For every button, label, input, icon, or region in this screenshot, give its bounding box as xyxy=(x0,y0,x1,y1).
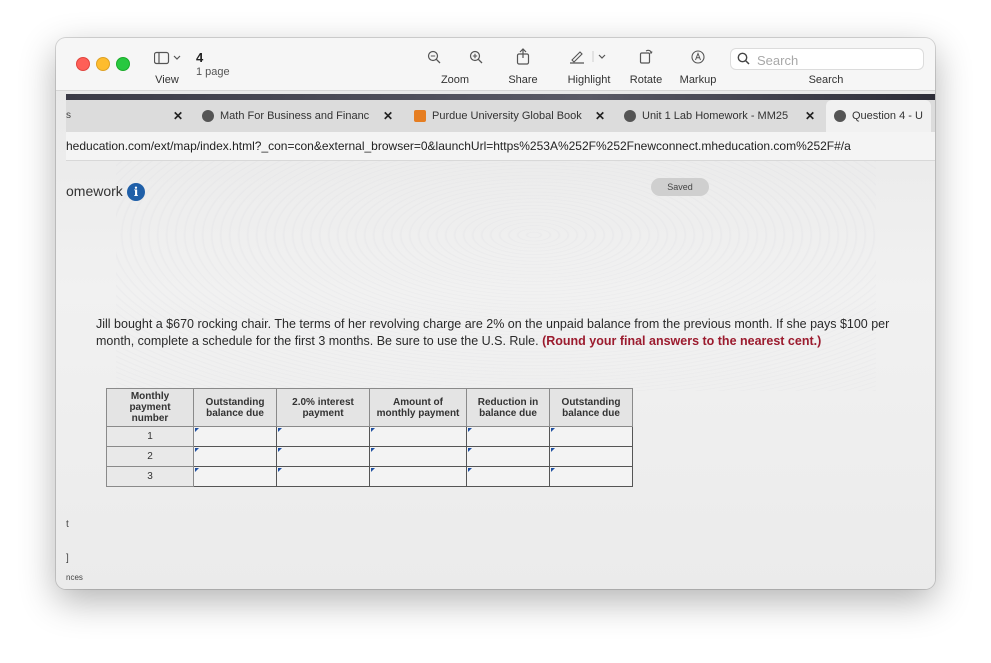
document-title: 4 xyxy=(196,50,204,65)
search-field[interactable] xyxy=(730,48,924,70)
column-header: Amount of monthly payment xyxy=(369,388,467,427)
edge-text-3: ] xyxy=(66,553,69,564)
globe-icon xyxy=(202,110,214,123)
share-label: Share xyxy=(508,74,538,86)
saved-badge: Saved xyxy=(651,178,709,196)
search-label: Search xyxy=(808,74,844,86)
share-icon[interactable] xyxy=(516,48,530,70)
answer-input-cell[interactable] xyxy=(369,426,467,447)
answer-input-cell[interactable] xyxy=(276,446,370,467)
answer-input-cell[interactable] xyxy=(193,426,277,447)
tab-title: Question 4 - U xyxy=(852,110,923,122)
answer-input-cell[interactable] xyxy=(276,426,370,447)
tab-close-icon[interactable]: ✕ xyxy=(805,109,815,123)
answer-input-cell[interactable] xyxy=(193,446,277,467)
answer-input-cell[interactable] xyxy=(549,426,633,447)
homework-page: omework i Saved Jill bought a $670 rocki… xyxy=(66,161,935,589)
answer-input-cell[interactable] xyxy=(369,446,467,467)
payment-number-cell: 3 xyxy=(106,466,194,487)
search-icon xyxy=(737,52,750,70)
url-text[interactable]: heducation.com/ext/map/index.html?_con=c… xyxy=(66,139,851,153)
table-row: 2 xyxy=(106,446,633,467)
zoom-in-icon[interactable] xyxy=(469,50,483,69)
tab-close-icon[interactable]: ✕ xyxy=(173,109,183,123)
payment-number-cell: 1 xyxy=(106,426,194,447)
minimize-window-button[interactable] xyxy=(96,57,110,71)
homework-heading: omework xyxy=(66,183,123,199)
edge-text-1: s xyxy=(66,110,71,121)
zoom-window-button[interactable] xyxy=(116,57,130,71)
search-input[interactable] xyxy=(755,51,919,69)
zoom-label: Zoom xyxy=(440,74,470,86)
info-icon[interactable]: i xyxy=(127,183,145,201)
document-photo: s ✕ Math For Business and Financ ✕ Purdu… xyxy=(56,91,935,589)
close-window-button[interactable] xyxy=(76,57,90,71)
tab-close-icon[interactable]: ✕ xyxy=(595,109,605,123)
zoom-out-icon[interactable] xyxy=(427,50,441,69)
edge-text-4: nces xyxy=(66,573,83,582)
sidebar-toggle-icon[interactable] xyxy=(153,51,184,70)
highlight-icon[interactable] xyxy=(569,49,609,69)
answer-input-cell[interactable] xyxy=(276,466,370,487)
answer-input-cell[interactable] xyxy=(466,426,550,447)
view-label: View xyxy=(155,74,179,86)
column-header: Monthly payment number xyxy=(106,388,194,427)
table-row: 3 xyxy=(106,466,633,487)
rounding-instruction: (Round your final answers to the nearest… xyxy=(542,334,822,348)
answer-input-cell[interactable] xyxy=(466,446,550,467)
highlight-label: Highlight xyxy=(567,74,611,86)
table-row: 1 xyxy=(106,426,633,447)
rotate-label: Rotate xyxy=(629,74,663,86)
tab-math-business[interactable]: Math For Business and Financ xyxy=(202,100,369,132)
rotate-icon[interactable] xyxy=(639,48,653,69)
answer-input-cell[interactable] xyxy=(193,466,277,487)
address-bar[interactable]: heducation.com/ext/map/index.html?_con=c… xyxy=(66,132,935,161)
tab-question-4[interactable]: Question 4 - U xyxy=(826,100,931,132)
answer-input-cell[interactable] xyxy=(549,466,633,487)
payment-schedule-table: Monthly payment number Outstanding balan… xyxy=(106,388,633,487)
column-header: Outstanding balance due xyxy=(549,388,633,427)
table-header-row: Monthly payment number Outstanding balan… xyxy=(106,388,633,427)
tab-title: Unit 1 Lab Homework - MM25 xyxy=(642,110,789,122)
answer-input-cell[interactable] xyxy=(549,446,633,467)
tab-title: Purdue University Global Book xyxy=(432,110,582,122)
answer-input-cell[interactable] xyxy=(466,466,550,487)
column-header: 2.0% interest payment xyxy=(276,388,370,427)
payment-number-cell: 2 xyxy=(106,446,194,467)
globe-icon xyxy=(834,110,846,123)
tab-close-icon[interactable]: ✕ xyxy=(383,109,393,123)
preview-toolbar: View 4 1 page Zoom Share Highlight Rotat… xyxy=(56,38,935,91)
edge-text-2: t xyxy=(66,519,69,530)
answer-input-cell[interactable] xyxy=(369,466,467,487)
tab-title: Math For Business and Financ xyxy=(220,110,370,122)
browser-tab-bar: s ✕ Math For Business and Financ ✕ Purdu… xyxy=(66,100,935,132)
problem-text: Jill bought a $670 rocking chair. The te… xyxy=(96,316,906,350)
column-header: Outstanding balance due xyxy=(193,388,277,427)
globe-icon xyxy=(624,110,636,123)
markup-icon[interactable] xyxy=(691,50,705,69)
bookmark-icon xyxy=(414,110,426,123)
tab-unit1-homework[interactable]: Unit 1 Lab Homework - MM25 xyxy=(624,100,788,132)
markup-label: Markup xyxy=(679,74,717,86)
column-header: Reduction in balance due xyxy=(466,388,550,427)
document-page-count: 1 page xyxy=(196,66,230,78)
tab-purdue-book[interactable]: Purdue University Global Book xyxy=(414,100,582,132)
preview-window: View 4 1 page Zoom Share Highlight Rotat… xyxy=(56,38,935,589)
